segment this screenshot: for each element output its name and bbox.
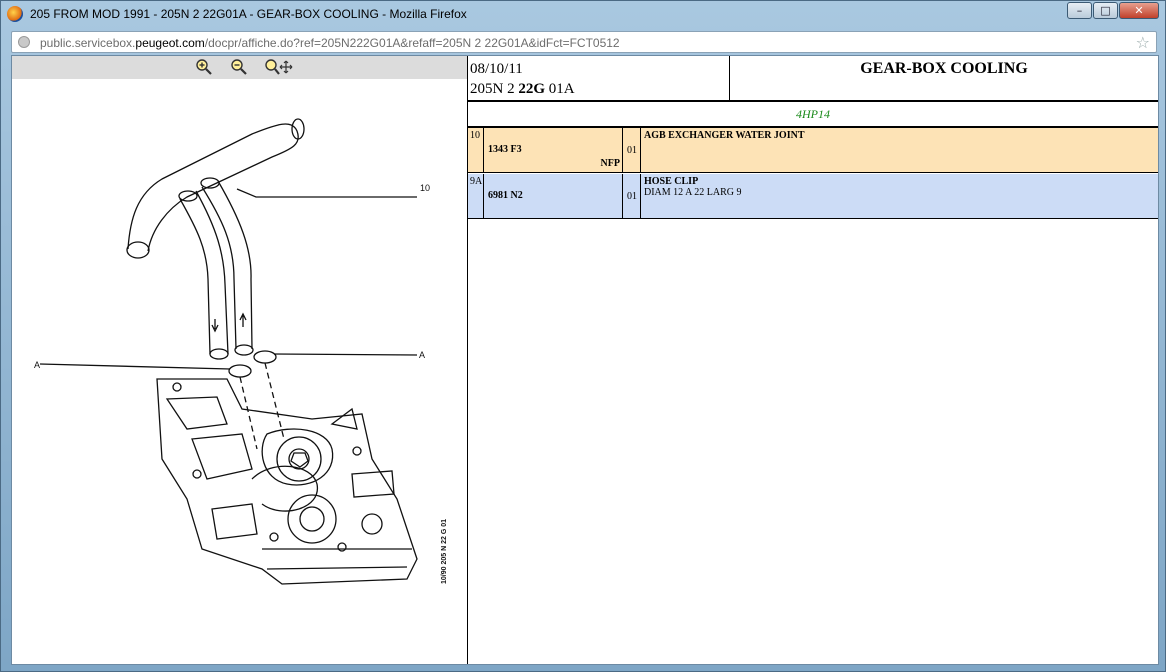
zoom-toolbar <box>12 56 467 79</box>
callout-a-right: A <box>419 350 425 360</box>
bookmark-star-icon[interactable]: ☆ <box>1136 33 1150 52</box>
part-qty: 01 <box>627 191 637 202</box>
zoom-in-icon[interactable] <box>194 58 214 76</box>
address-bar[interactable]: public.servicebox.peugeot.com/docpr/affi… <box>11 31 1157 53</box>
callout-a-left: A <box>34 360 40 370</box>
window-title: 205 FROM MOD 1991 - 205N 2 22G01A - GEAR… <box>30 7 467 21</box>
callout-10: 10 <box>420 183 430 193</box>
part-name: HOSE CLIP <box>644 176 699 187</box>
table-row[interactable]: 10 1343 F3 NFP 01 AGB EXCHANGER WATER JO… <box>468 128 1158 173</box>
parts-sheet: 08/10/11 205N 2 22G 01A GEAR-BOX COOLING… <box>468 56 1158 664</box>
sheet-header: 08/10/11 205N 2 22G 01A GEAR-BOX COOLING <box>468 56 1158 102</box>
sheet-reference: 205N 2 22G 01A <box>470 81 575 97</box>
model-row: 4HP14 <box>468 102 1158 128</box>
model-code: 4HP14 <box>796 107 830 121</box>
maximize-button[interactable]: □ <box>1093 2 1118 19</box>
exploded-parts-drawing: 10 A A 10/90 205 N 22 G 01 <box>34 118 448 585</box>
part-description: HOSE CLIP DIAM 12 A 22 LARG 9 <box>644 176 742 198</box>
title-bar[interactable]: 205 FROM MOD 1991 - 205N 2 22G01A - GEAR… <box>1 1 1165 29</box>
drawing-pane: 10 A A 10/90 205 N 22 G 01 <box>12 56 468 664</box>
browser-window: 205 FROM MOD 1991 - 205N 2 22G01A - GEAR… <box>0 0 1166 672</box>
close-button[interactable]: ✕ <box>1119 2 1159 19</box>
sheet-header-left: 08/10/11 205N 2 22G 01A <box>470 59 575 99</box>
sheet-date: 08/10/11 <box>470 61 523 77</box>
firefox-icon <box>7 6 23 22</box>
table-row[interactable]: 9A 6981 N2 01 HOSE CLIP DIAM 12 A 22 LAR… <box>468 174 1158 219</box>
part-ref: 9A <box>468 174 484 218</box>
sheet-title: GEAR-BOX COOLING <box>860 60 1028 77</box>
part-number-cell: 1343 F3 NFP <box>485 128 623 172</box>
zoom-out-icon[interactable] <box>229 58 249 76</box>
zoom-pan-icon[interactable] <box>263 58 295 76</box>
part-ref: 10 <box>468 128 484 172</box>
drawing-code: 10/90 205 N 22 G 01 <box>441 519 448 584</box>
part-qty: 01 <box>627 145 637 156</box>
part-number-cell: 6981 N2 <box>485 174 623 218</box>
part-note: NFP <box>600 158 620 169</box>
part-description: AGB EXCHANGER WATER JOINT <box>644 130 805 141</box>
part-qty-cell: 01 <box>624 174 641 218</box>
url-text[interactable]: public.servicebox.peugeot.com/docpr/affi… <box>40 36 620 50</box>
part-number[interactable]: 6981 N2 <box>488 190 523 201</box>
part-qty-cell: 01 <box>624 128 641 172</box>
part-name: AGB EXCHANGER WATER JOINT <box>644 130 805 141</box>
part-detail: DIAM 12 A 22 LARG 9 <box>644 187 742 198</box>
part-number[interactable]: 1343 F3 <box>488 144 522 155</box>
minimize-button[interactable]: – <box>1067 2 1092 19</box>
globe-icon <box>18 36 30 48</box>
page-content: 10 A A 10/90 205 N 22 G 01 08/10/11 205N… <box>11 55 1159 665</box>
